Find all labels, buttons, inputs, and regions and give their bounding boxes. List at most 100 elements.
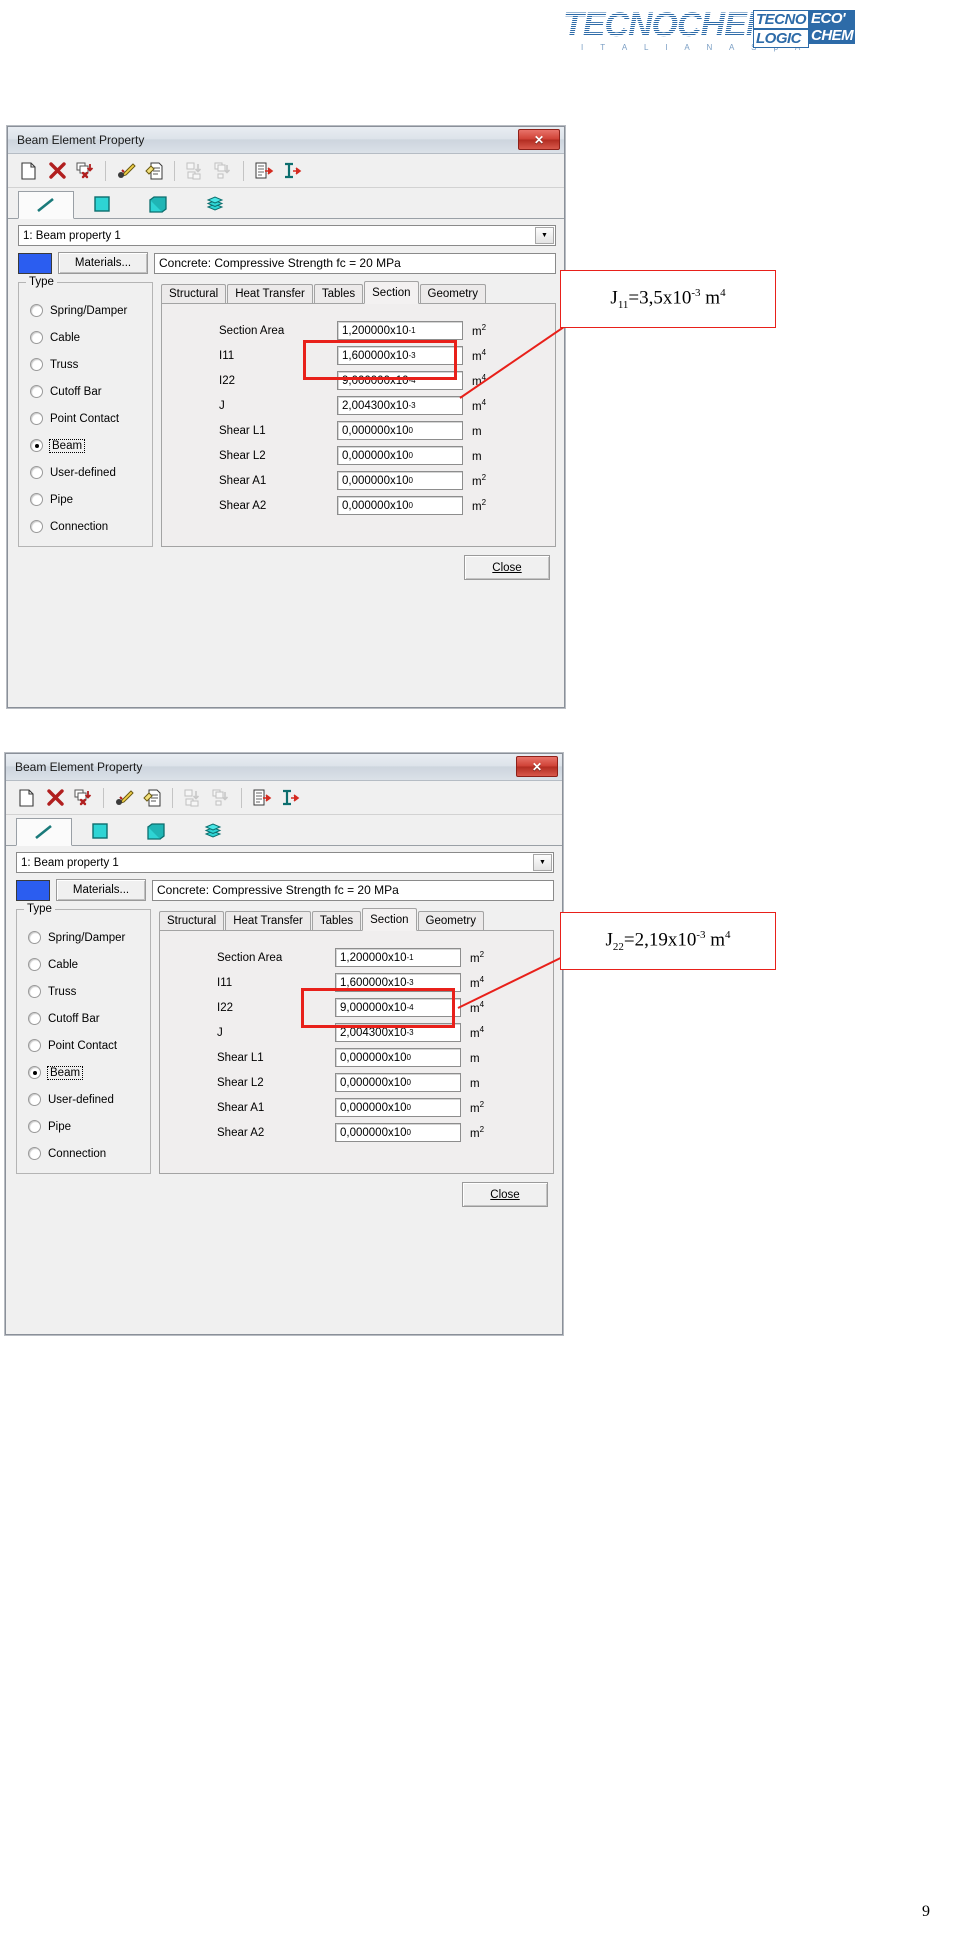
unit-base: m <box>472 350 482 363</box>
i11-input[interactable]: 1,600000x10 -3 <box>335 973 461 992</box>
delete-multiple-icon[interactable] <box>72 158 98 184</box>
unit-base: m <box>472 375 482 388</box>
field-row-section-area: Section Area 1,200000x10 -1 m2 <box>162 318 555 343</box>
tab-section[interactable]: Section <box>362 908 417 931</box>
close-window-button[interactable]: ✕ <box>516 756 558 777</box>
i22-input[interactable]: 9,000000x10 -4 <box>335 998 461 1017</box>
copy-multiple-icon <box>208 785 234 811</box>
solid-element-icon[interactable] <box>128 817 184 845</box>
field-label: I22 <box>217 1001 233 1014</box>
tab-section[interactable]: Section <box>364 281 419 304</box>
shear-a1-input[interactable]: 0,000000x10 0 <box>335 1098 461 1117</box>
plane-element-icon[interactable] <box>72 817 128 845</box>
edit-paint-icon[interactable] <box>113 158 139 184</box>
logo-badge-tecnologic: TECNO LOGIC <box>753 10 809 48</box>
shear-l1-input[interactable]: 0,000000x10 0 <box>337 421 463 440</box>
field-mantissa: 0,000000x10 <box>342 499 409 512</box>
beam-element-property-dialog-2[interactable]: Beam Element Property ✕ 1: Beam property… <box>5 753 563 1335</box>
shear-l2-input[interactable]: 0,000000x10 0 <box>335 1073 461 1092</box>
type-option-pipe[interactable]: Pipe <box>19 486 152 513</box>
type-group: Type Spring/Damper Cable Truss Cutoff Ba… <box>16 903 151 1174</box>
shear-a1-input[interactable]: 0,000000x10 0 <box>337 471 463 490</box>
type-option-point-contact[interactable]: Point Contact <box>17 1032 150 1059</box>
field-row-shear-l2: Shear L2 0,000000x10 0 m <box>160 1070 553 1095</box>
material-value-field[interactable]: Concrete: Compressive Strength fc = 20 M… <box>152 879 554 901</box>
chevron-down-icon[interactable]: ▼ <box>535 227 554 244</box>
type-option-user-defined[interactable]: User-defined <box>17 1086 150 1113</box>
type-option-label: Pipe <box>50 493 74 506</box>
property-selector-dropdown[interactable]: 1: Beam property 1 ▼ <box>16 852 554 873</box>
edit-properties-icon[interactable] <box>139 785 165 811</box>
type-option-point-contact[interactable]: Point Contact <box>19 405 152 432</box>
material-value-field[interactable]: Concrete: Compressive Strength fc = 20 M… <box>154 252 556 274</box>
toolbar-separator <box>172 787 173 808</box>
type-option-pipe[interactable]: Pipe <box>17 1113 150 1140</box>
type-option-connection[interactable]: Connection <box>19 513 152 540</box>
chevron-down-icon[interactable]: ▼ <box>533 854 552 871</box>
type-option-connection[interactable]: Connection <box>17 1140 150 1167</box>
field-label: Shear A2 <box>217 1126 265 1139</box>
delete-multiple-icon[interactable] <box>70 785 96 811</box>
tab-heat-transfer[interactable]: Heat Transfer <box>225 911 311 930</box>
type-option-truss[interactable]: Truss <box>19 351 152 378</box>
close-button[interactable]: Close <box>462 1182 548 1207</box>
export-table-icon[interactable] <box>249 785 275 811</box>
shear-a2-input[interactable]: 0,000000x10 0 <box>335 1123 461 1142</box>
close-button[interactable]: Close <box>464 555 550 580</box>
type-option-cable[interactable]: Cable <box>17 951 150 978</box>
i11-input[interactable]: 1,600000x10 -3 <box>337 346 463 365</box>
tab-geometry[interactable]: Geometry <box>417 911 484 930</box>
delete-icon[interactable] <box>44 158 70 184</box>
unit-base: m <box>472 475 482 488</box>
material-color-swatch[interactable] <box>16 879 50 901</box>
material-color-swatch[interactable] <box>18 252 52 274</box>
field-label: Shear L1 <box>219 424 266 437</box>
beam-element-property-dialog-1[interactable]: Beam Element Property ✕ 1: Beam property… <box>7 126 565 708</box>
j-input[interactable]: 2,004300x10 -3 <box>337 396 463 415</box>
type-option-spring-damper[interactable]: Spring/Damper <box>19 297 152 324</box>
tab-heat-transfer[interactable]: Heat Transfer <box>227 284 313 303</box>
type-option-spring-damper[interactable]: Spring/Damper <box>17 924 150 951</box>
section-area-input[interactable]: 1,200000x10 -1 <box>335 948 461 967</box>
property-selector-dropdown[interactable]: 1: Beam property 1 ▼ <box>18 225 556 246</box>
plane-element-icon[interactable] <box>74 190 130 218</box>
shear-l1-input[interactable]: 0,000000x10 0 <box>335 1048 461 1067</box>
tab-structural[interactable]: Structural <box>159 911 225 930</box>
i22-input[interactable]: 9,000000x10 -4 <box>337 371 463 390</box>
close-window-button[interactable]: ✕ <box>518 129 560 150</box>
shear-l2-input[interactable]: 0,000000x10 0 <box>337 446 463 465</box>
delete-icon[interactable] <box>42 785 68 811</box>
materials-button[interactable]: Materials... <box>58 252 148 274</box>
layered-element-icon[interactable] <box>184 817 240 845</box>
tab-tables[interactable]: Tables <box>311 911 362 930</box>
edit-properties-icon[interactable] <box>141 158 167 184</box>
field-mantissa: 0,000000x10 <box>340 1101 407 1114</box>
import-section-icon[interactable] <box>279 158 305 184</box>
materials-button[interactable]: Materials... <box>56 879 146 901</box>
solid-element-icon[interactable] <box>130 190 186 218</box>
type-option-truss[interactable]: Truss <box>17 978 150 1005</box>
type-option-beam[interactable]: Beam <box>19 432 152 459</box>
edit-paint-icon[interactable] <box>111 785 137 811</box>
type-option-label: Truss <box>48 985 77 998</box>
type-option-label: Cutoff Bar <box>48 1012 100 1025</box>
line-element-icon[interactable] <box>16 818 72 846</box>
tab-geometry[interactable]: Geometry <box>419 284 486 303</box>
new-document-icon[interactable] <box>14 785 40 811</box>
export-table-icon[interactable] <box>251 158 277 184</box>
j-input[interactable]: 2,004300x10 -3 <box>335 1023 461 1042</box>
tab-tables[interactable]: Tables <box>313 284 364 303</box>
field-unit: m <box>461 1075 480 1090</box>
tab-structural[interactable]: Structural <box>161 284 227 303</box>
type-option-cable[interactable]: Cable <box>19 324 152 351</box>
type-option-cutoff-bar[interactable]: Cutoff Bar <box>17 1005 150 1032</box>
shear-a2-input[interactable]: 0,000000x10 0 <box>337 496 463 515</box>
section-area-input[interactable]: 1,200000x10 -1 <box>337 321 463 340</box>
type-option-beam[interactable]: Beam <box>17 1059 150 1086</box>
layered-element-icon[interactable] <box>186 190 242 218</box>
line-element-icon[interactable] <box>18 191 74 219</box>
type-option-cutoff-bar[interactable]: Cutoff Bar <box>19 378 152 405</box>
new-document-icon[interactable] <box>16 158 42 184</box>
import-section-icon[interactable] <box>277 785 303 811</box>
type-option-user-defined[interactable]: User-defined <box>19 459 152 486</box>
